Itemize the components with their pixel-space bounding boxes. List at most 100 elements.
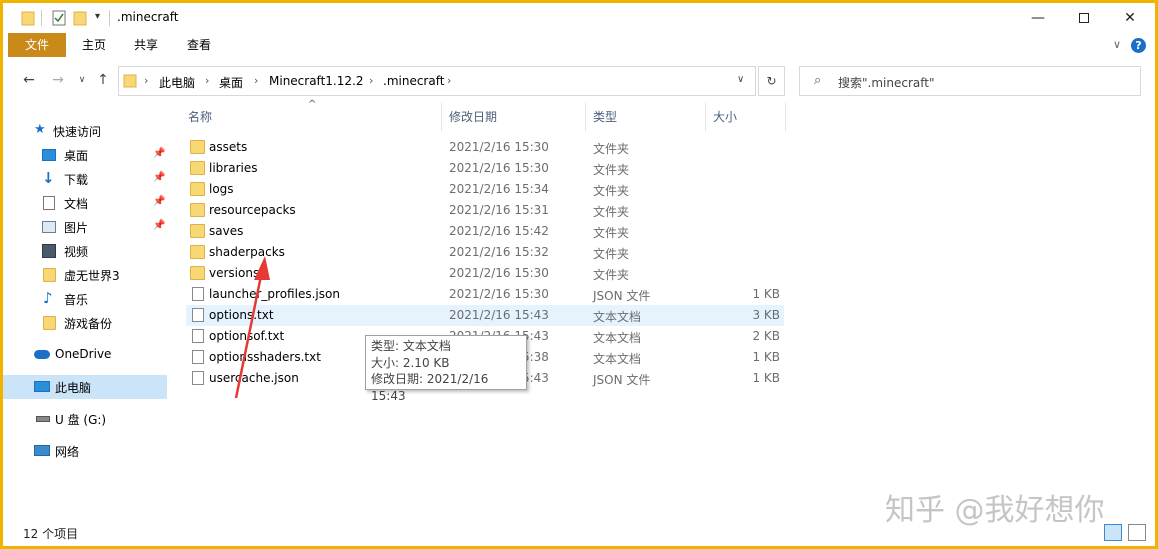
pin-icon[interactable]: 📌 [153,148,165,159]
explorer-window: ▾ .minecraft — ✕ 文件 主页 共享 查看 ∨ ? ← → ∨ ↑… [0,0,1158,549]
tab-file[interactable]: 文件 [8,33,66,57]
chevron-down-icon[interactable]: ∨ [737,74,744,85]
sidebar-item-pictures[interactable]: 图片 📌 [3,215,167,239]
column-header-size[interactable]: 大小 [713,103,785,131]
search-icon: ⌕ [814,73,822,88]
drive-icon [36,416,50,422]
breadcrumb-this-pc[interactable]: 此电脑 [159,74,195,91]
file-name: assets [209,140,248,154]
sidebar-item-documents[interactable]: 文档 📌 [3,191,167,215]
sidebar-item-quick-access[interactable]: ★ 快速访问 [3,119,167,143]
column-divider[interactable] [585,103,586,131]
file-type: JSON 文件 [593,373,651,387]
properties-icon[interactable] [51,10,67,26]
close-button[interactable]: ✕ [1107,3,1153,33]
column-divider[interactable] [785,103,786,131]
search-input[interactable]: ⌕ 搜索".minecraft" [799,66,1141,96]
file-type: 文件夹 [593,205,630,219]
table-row[interactable]: shaderpacks 2021/2/16 15:32 文件夹 [186,242,784,263]
table-row[interactable]: resourcepacks 2021/2/16 15:31 文件夹 [186,200,784,221]
file-modified: 2021/2/16 15:30 [449,161,549,175]
divider [109,10,110,26]
sidebar-item-downloads[interactable]: ↓ 下载 📌 [3,167,167,191]
address-bar[interactable]: › 此电脑 › 桌面 › Minecraft1.12.2 › .minecraf… [118,66,756,96]
sidebar-item-onedrive[interactable]: OneDrive [3,343,167,367]
sidebar-item-folder-1[interactable]: 虚无世界3 [3,263,167,287]
folder-icon [43,268,56,282]
maximize-button[interactable] [1061,3,1107,33]
customize-quick-access-icon[interactable]: ▾ [95,11,100,22]
file-size: 3 KB [752,308,780,322]
tab-view[interactable]: 查看 [173,33,225,57]
new-folder-icon[interactable] [73,10,87,26]
sidebar-item-usb-drive[interactable]: U 盘 (G:) [3,407,167,431]
ribbon: 文件 主页 共享 查看 ∨ ? [3,33,1155,58]
pin-icon[interactable]: 📌 [153,196,165,207]
breadcrumb-desktop[interactable]: 桌面 [219,74,243,91]
file-icon [192,371,204,385]
expand-ribbon-icon[interactable]: ∨ [1113,38,1121,51]
sidebar-item-label: 游戏备份 [64,317,113,331]
large-icons-view-button[interactable] [1128,524,1146,541]
tab-share[interactable]: 共享 [121,33,171,57]
refresh-button[interactable]: ↻ [758,66,785,96]
folder-icon [43,316,56,330]
music-icon: ♪ [43,289,53,307]
file-type: 文本文档 [593,310,642,324]
folder-icon [190,182,205,196]
pin-icon[interactable]: 📌 [153,220,165,231]
sidebar-item-label: 此电脑 [55,381,92,395]
file-name: libraries [209,161,258,175]
table-row[interactable]: libraries 2021/2/16 15:30 文件夹 [186,158,784,179]
sidebar-item-music[interactable]: ♪ 音乐 [3,287,167,311]
back-button[interactable]: ← [20,71,38,89]
file-name: optionsshaders.txt [209,350,321,364]
forward-button[interactable]: → [49,71,67,89]
column-divider[interactable] [441,103,442,131]
table-row[interactable]: saves 2021/2/16 15:42 文件夹 [186,221,784,242]
video-icon [42,244,56,258]
sidebar-item-folder-2[interactable]: 游戏备份 [3,311,167,335]
help-icon[interactable]: ? [1131,38,1146,53]
up-button[interactable]: ↑ [94,71,112,89]
file-modified: 2021/2/16 15:34 [449,182,549,196]
column-header-name[interactable]: 名称 [188,103,440,131]
sidebar-item-label: 桌面 [64,149,89,163]
file-type: 文本文档 [593,331,642,345]
sidebar-item-network[interactable]: 网络 [3,439,167,463]
minimize-button[interactable]: — [1015,3,1061,33]
breadcrumb-minecraft[interactable]: .minecraft [383,74,444,88]
sidebar-item-desktop[interactable]: 桌面 📌 [3,143,167,167]
pin-icon[interactable]: 📌 [153,172,165,183]
back-arrow-icon: ← [23,72,35,88]
recent-locations-button[interactable]: ∨ [73,71,91,89]
table-row[interactable]: assets 2021/2/16 15:30 文件夹 [186,137,784,158]
item-count: 12 个项目 [23,527,79,541]
folder-icon [21,11,35,26]
file-name: usercache.json [209,371,299,385]
table-row[interactable]: launcher_profiles.json 2021/2/16 15:30 JSO… [186,284,784,305]
computer-icon [34,381,50,392]
column-header-type[interactable]: 类型 [593,103,705,131]
download-icon: ↓ [42,169,55,187]
table-row[interactable]: options.txt 2021/2/16 15:43 文本文档 3 KB [186,305,784,326]
sidebar-item-this-pc[interactable]: 此电脑 [3,375,167,399]
file-type: 文件夹 [593,247,630,261]
table-row[interactable]: logs 2021/2/16 15:34 文件夹 [186,179,784,200]
breadcrumb-minecraft-version[interactable]: Minecraft1.12.2 [269,74,363,88]
folder-icon [190,140,205,154]
sidebar-item-label: 下载 [64,173,89,187]
sidebar-item-videos[interactable]: 视频 [3,239,167,263]
tooltip-type: 类型: 文本文档 [371,339,451,353]
folder-icon [190,245,205,259]
details-view-button[interactable] [1104,524,1122,541]
cloud-icon [34,350,50,359]
folder-icon [190,266,205,280]
file-type: 文件夹 [593,163,630,177]
forward-arrow-icon: → [52,72,64,88]
column-divider[interactable] [705,103,706,131]
breadcrumb-separator-icon: › [369,74,374,87]
tab-home[interactable]: 主页 [69,33,119,57]
table-row[interactable]: versions 2021/2/16 15:30 文件夹 [186,263,784,284]
column-header-modified[interactable]: 修改日期 [449,103,585,131]
